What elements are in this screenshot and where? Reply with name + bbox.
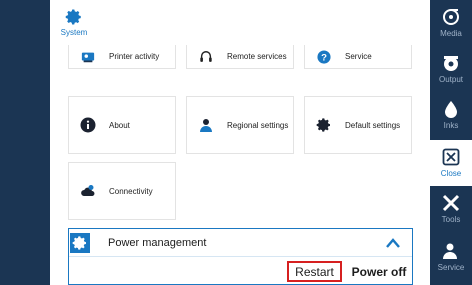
nav-inks-label: Inks xyxy=(443,121,459,130)
chevron-up-icon[interactable] xyxy=(384,235,402,251)
gear-icon xyxy=(315,116,333,134)
service-user-icon xyxy=(442,242,460,260)
nav-service[interactable]: Service xyxy=(430,234,472,280)
nav-close-label: Close xyxy=(440,169,462,178)
power-management-header[interactable]: Power management xyxy=(69,229,412,257)
svg-text:?: ? xyxy=(321,52,327,63)
media-icon xyxy=(442,8,460,26)
restart-button[interactable]: Restart xyxy=(287,261,342,282)
output-icon xyxy=(442,54,460,72)
nav-service-label: Service xyxy=(437,263,465,272)
tile-connectivity[interactable]: Connectivity xyxy=(68,162,176,220)
nav-output-label: Output xyxy=(438,75,463,84)
nav-inks[interactable]: Inks xyxy=(430,92,472,138)
system-header: System xyxy=(50,0,430,50)
nav-tools-label: Tools xyxy=(441,215,461,224)
tile-remote-services[interactable]: Remote services xyxy=(186,45,294,69)
info-icon xyxy=(79,116,97,134)
nav-output[interactable]: Output xyxy=(430,46,472,92)
nav-media-label: Media xyxy=(440,29,462,38)
left-background xyxy=(0,0,50,285)
system-panel: System Printer activity Remote services … xyxy=(50,0,430,285)
gear-icon xyxy=(54,8,94,26)
tile-about[interactable]: About xyxy=(68,96,176,154)
power-management-panel: Power management Restart Power off xyxy=(68,228,413,285)
ink-drop-icon xyxy=(443,100,459,118)
close-icon xyxy=(442,148,460,166)
nav-media[interactable]: Media xyxy=(430,0,472,46)
tile-printer-activity[interactable]: Printer activity xyxy=(68,45,176,69)
printer-activity-icon xyxy=(79,48,97,66)
system-tab[interactable]: System xyxy=(54,8,94,37)
cloud-user-icon xyxy=(79,182,97,200)
question-icon: ? xyxy=(315,48,333,66)
system-tab-label: System xyxy=(60,28,88,37)
tile-regional-settings[interactable]: Regional settings xyxy=(186,96,294,154)
user-location-icon xyxy=(197,116,215,134)
tile-default-settings[interactable]: Default settings xyxy=(304,96,412,154)
tools-icon xyxy=(442,194,460,212)
power-management-label: Power management xyxy=(108,236,207,249)
power-settings-icon xyxy=(70,232,90,253)
power-off-button[interactable]: Power off xyxy=(347,261,411,282)
right-navigation: Media Output Inks Close Tools Service xyxy=(430,0,472,285)
nav-tools[interactable]: Tools xyxy=(430,186,472,232)
tile-service[interactable]: ? Service xyxy=(304,45,412,69)
headset-icon xyxy=(197,48,215,66)
nav-close[interactable]: Close xyxy=(430,140,472,186)
